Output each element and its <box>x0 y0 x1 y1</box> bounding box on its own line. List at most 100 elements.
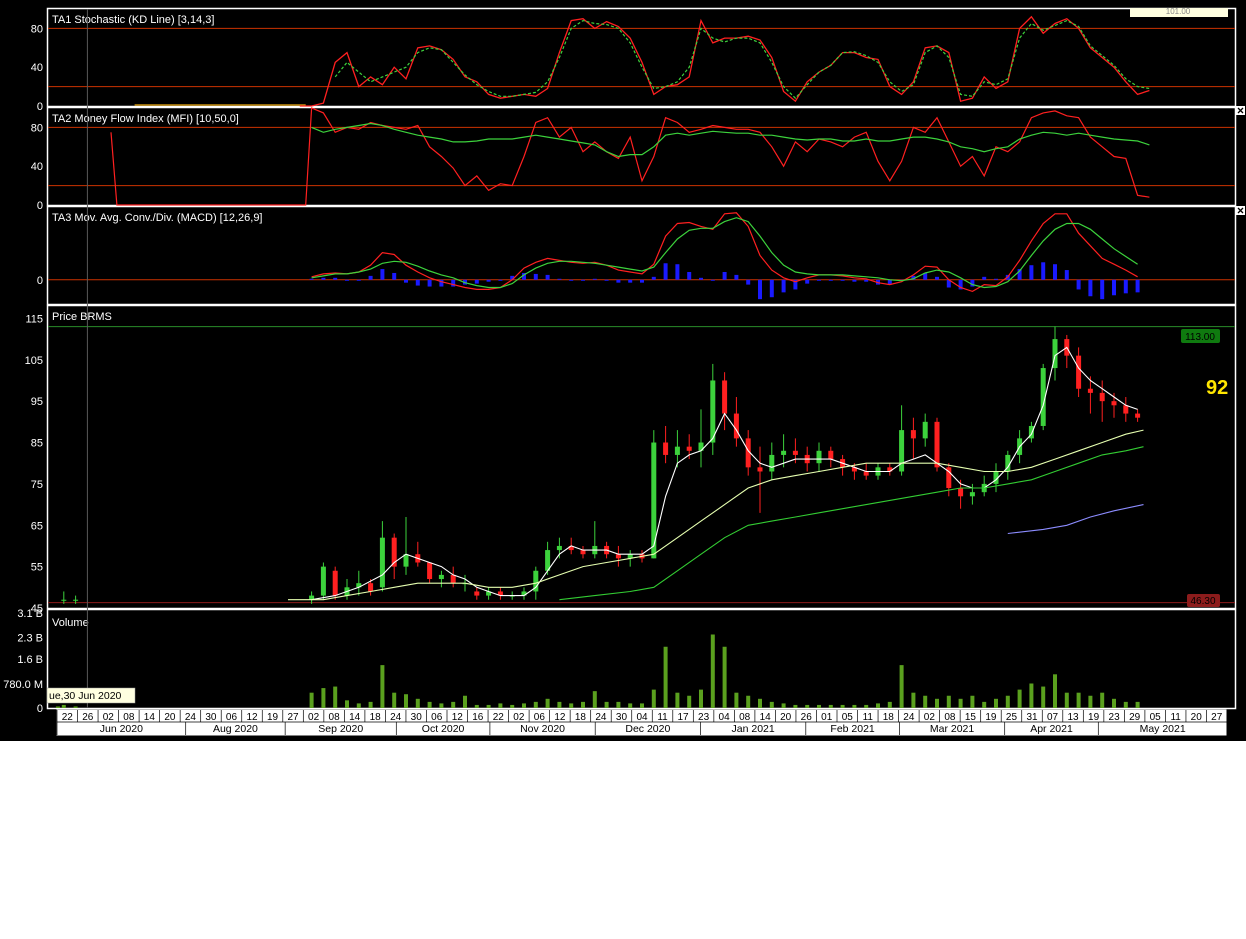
day-tick-label: 26 <box>82 712 94 723</box>
volume-bar <box>982 701 987 708</box>
day-tick-label: 08 <box>944 712 956 723</box>
day-tick-label: 11 <box>863 712 874 723</box>
day-tick-label: 19 <box>985 712 997 723</box>
macd-histogram-bar <box>1064 270 1069 280</box>
macd-histogram-bar <box>368 275 373 280</box>
volume-bar <box>1100 692 1105 708</box>
day-tick-label: 14 <box>349 712 361 723</box>
cursor-date-tooltip: ue,30 Jun 2020 <box>46 687 136 704</box>
macd-histogram-bar <box>828 279 833 281</box>
volume-bar <box>923 695 928 708</box>
day-tick-label: 29 <box>1129 712 1141 723</box>
macd-histogram-bar <box>1041 262 1046 280</box>
macd-histogram-bar <box>1123 279 1128 294</box>
candle-body <box>663 442 669 455</box>
candle-body <box>733 413 739 439</box>
macd-histogram-bar <box>616 279 621 283</box>
volume-bar <box>651 689 656 708</box>
volume-bar <box>368 701 373 708</box>
day-tick-label: 02 <box>103 712 115 723</box>
macd-histogram-bar <box>333 277 338 280</box>
day-tick-label: 24 <box>903 712 915 723</box>
day-tick-label: 30 <box>616 712 628 723</box>
macd-histogram-bar <box>380 269 385 280</box>
day-tick-label: 14 <box>144 712 156 723</box>
day-tick-label: 27 <box>1211 712 1223 723</box>
macd-histogram-bar <box>557 278 562 280</box>
close-macd-panel-button[interactable] <box>1236 206 1245 215</box>
low-price-tag: 46.30 <box>1187 594 1220 607</box>
macd-histogram-bar <box>486 279 491 282</box>
day-tick-label: 06 <box>431 712 443 723</box>
day-tick-label: 24 <box>390 712 402 723</box>
close-mfi-panel-button[interactable] <box>1236 106 1245 115</box>
high-price-label: 113.00 <box>1185 332 1215 343</box>
day-tick-label: 24 <box>185 712 197 723</box>
day-tick-label: 05 <box>1150 712 1162 723</box>
macd-histogram-bar <box>687 271 692 280</box>
day-tick-label: 06 <box>534 712 546 723</box>
volume-tick-label: 2.3 B <box>17 633 43 645</box>
macd-histogram-bar <box>769 279 774 298</box>
stoch-tick-label: 40 <box>31 62 43 74</box>
macd-histogram-bar <box>1100 279 1105 300</box>
month-label: Oct 2020 <box>422 723 465 735</box>
macd-histogram-bar <box>498 279 503 281</box>
candle-body <box>73 599 79 601</box>
volume-tick-label: 0 <box>37 703 43 715</box>
volume-bar <box>1017 689 1022 708</box>
day-tick-label: 30 <box>205 712 217 723</box>
macd-histogram-bar <box>1135 279 1140 293</box>
day-tick-label: 02 <box>924 712 936 723</box>
volume-bar <box>1076 692 1081 708</box>
mfi-title: TA2 Money Flow Index (MFI) [10,50,0] <box>52 113 239 125</box>
volume-bar <box>946 695 951 708</box>
candle-body <box>61 599 67 601</box>
volume-bar <box>1135 701 1140 708</box>
candle-body <box>792 450 798 455</box>
price-tick-label: 65 <box>31 520 43 532</box>
volume-bar <box>392 692 397 708</box>
day-tick-label: 17 <box>677 712 689 723</box>
day-tick-label: 04 <box>636 712 648 723</box>
chart-canvas[interactable]: TA1 Stochastic (KD Line) [3,14,3] TA2 Mo… <box>0 0 1246 741</box>
day-tick-label: 13 <box>1067 712 1079 723</box>
day-tick-label: 15 <box>965 712 977 723</box>
day-tick-label: 31 <box>1026 712 1038 723</box>
volume-bar <box>1053 674 1057 708</box>
day-tick-label: 22 <box>62 712 74 723</box>
candle-body <box>450 574 456 584</box>
volume-bar <box>1123 701 1128 708</box>
volume-bar <box>852 704 857 708</box>
volume-bar <box>533 701 538 708</box>
day-tick-label: 18 <box>883 712 895 723</box>
candle-body <box>757 467 763 472</box>
macd-title: TA3 Mov. Avg. Conv./Div. (MACD) [12,26,9… <box>52 212 263 224</box>
month-label: May 2021 <box>1140 723 1186 735</box>
candle-body <box>332 570 338 596</box>
day-tick-label: 12 <box>246 712 258 723</box>
candle-body <box>1135 413 1141 418</box>
macd-histogram-bar <box>592 278 597 280</box>
macd-histogram-bar <box>545 274 550 280</box>
stoch-tick-label: 0 <box>37 101 43 113</box>
volume-bar <box>734 692 739 708</box>
volume-bar <box>640 703 644 708</box>
month-label: Jun 2020 <box>100 723 143 735</box>
volume-bar <box>793 704 798 708</box>
macd-histogram-bar <box>427 279 432 287</box>
macd-histogram-bar <box>474 279 479 284</box>
macd-histogram-bar <box>710 279 715 281</box>
volume-bar <box>828 704 833 708</box>
price-tick-label: 55 <box>31 562 43 574</box>
day-tick-label: 24 <box>595 712 607 723</box>
volume-bar <box>1064 692 1069 708</box>
day-tick-label: 27 <box>287 712 299 723</box>
macd-histogram-bar <box>840 279 845 281</box>
macd-histogram-bar <box>321 277 326 280</box>
volume-bar <box>710 634 715 708</box>
stock-chart[interactable]: TA1 Stochastic (KD Line) [3,14,3] TA2 Mo… <box>0 0 1246 741</box>
candle-body <box>899 430 905 472</box>
macd-histogram-bar <box>722 271 727 280</box>
volume-bar <box>73 706 78 708</box>
